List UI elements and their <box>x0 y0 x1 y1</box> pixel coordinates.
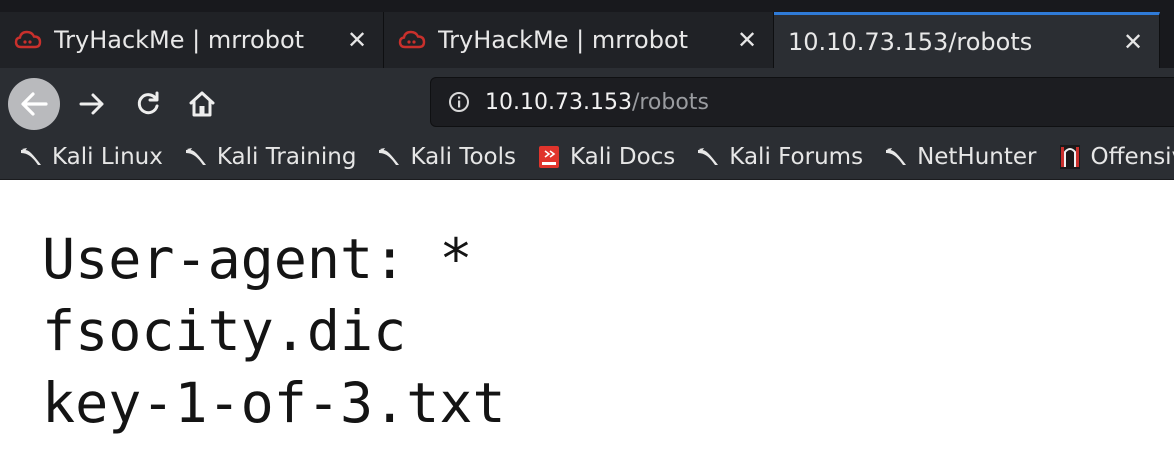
bookmarks-bar: Kali Linux Kali Training Kali Tools Kali… <box>0 134 1174 180</box>
offsec-icon <box>1057 144 1083 170</box>
bookmark-label: Kali Linux <box>52 143 163 170</box>
arrow-right-icon <box>79 93 104 115</box>
nav-toolbar: 10.10.73.153/robots <box>0 68 1174 134</box>
tab-strip: TryHackMe | mrrobot ✕ TryHackMe | mrrobo… <box>0 0 1174 68</box>
close-icon[interactable]: ✕ <box>345 28 369 52</box>
bookmark-kali-tools[interactable]: Kali Tools <box>376 144 516 170</box>
tab-robots[interactable]: 10.10.73.153/robots ✕ <box>774 12 1160 68</box>
url-path: /robots <box>631 89 709 115</box>
bookmark-label: Kali Tools <box>410 143 516 170</box>
bookmark-kali-training[interactable]: Kali Training <box>183 143 357 170</box>
kali-dragon-icon <box>183 144 209 170</box>
robots-txt-body: User-agent: * fsocity.dic key-1-of-3.txt <box>42 223 506 439</box>
bookmark-label: Offensive Security <box>1090 143 1174 170</box>
forward-button[interactable] <box>72 84 112 124</box>
reload-button[interactable] <box>128 84 168 124</box>
kali-docs-icon <box>536 144 562 170</box>
reload-icon <box>137 91 159 115</box>
bookmark-label: NetHunter <box>917 143 1037 170</box>
tab-tryhackme-2[interactable]: TryHackMe | mrrobot ✕ <box>384 12 774 68</box>
kali-dragon-icon <box>18 144 44 170</box>
address-bar[interactable]: 10.10.73.153/robots <box>430 77 1174 127</box>
home-icon <box>189 91 215 117</box>
tab-title: 10.10.73.153/robots <box>788 27 1033 56</box>
bookmark-label: Kali Docs <box>570 143 676 170</box>
robots-line-dictionary: fsocity.dic <box>42 299 407 363</box>
tab-tryhackme-1[interactable]: TryHackMe | mrrobot ✕ <box>0 12 384 68</box>
robots-line-user-agent: User-agent: * <box>42 227 473 291</box>
bookmark-kali-forums[interactable]: Kali Forums <box>695 144 863 170</box>
bookmark-label: Kali Training <box>216 143 357 170</box>
kali-dragon-icon <box>883 144 909 170</box>
kali-dragon-icon <box>695 144 721 170</box>
close-icon[interactable]: ✕ <box>735 28 759 52</box>
bookmark-label: Kali Forums <box>729 143 864 170</box>
tab-title: TryHackMe | mrrobot <box>438 26 689 54</box>
tryhackme-cloud-icon <box>398 26 426 54</box>
info-icon[interactable] <box>447 90 471 114</box>
robots-line-key-file: key-1-of-3.txt <box>42 371 506 435</box>
bookmark-offensive-security[interactable]: Offensive Security <box>1057 144 1174 170</box>
bookmark-nethunter[interactable]: NetHunter <box>883 143 1037 170</box>
tryhackme-cloud-icon <box>14 26 42 54</box>
back-button[interactable] <box>8 78 60 130</box>
page-content: User-agent: * fsocity.dic key-1-of-3.txt <box>0 181 1174 460</box>
arrow-left-icon <box>21 92 48 116</box>
url-host: 10.10.73.153 <box>485 89 632 115</box>
bookmark-kali-docs[interactable]: Kali Docs <box>536 144 675 170</box>
bookmark-kali-linux[interactable]: Kali Linux <box>18 144 163 170</box>
tab-title: TryHackMe | mrrobot <box>54 26 305 54</box>
home-button[interactable] <box>180 82 224 126</box>
close-icon[interactable]: ✕ <box>1121 30 1145 54</box>
kali-dragon-icon <box>376 144 402 170</box>
